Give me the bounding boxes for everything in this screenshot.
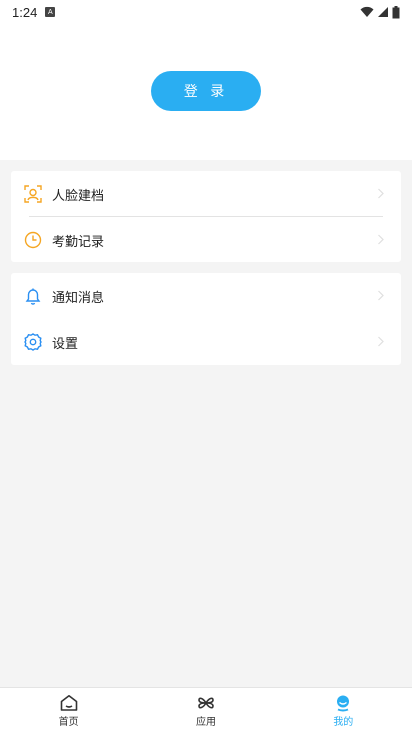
wifi-icon: [360, 6, 374, 17]
bottom-nav: 首页 应用 我的: [0, 687, 412, 734]
screen: 1:24 A 登 录 人脸建档 考勤记录 通知消息 设置 首页 应用 我的: [0, 0, 412, 734]
menu-item-notifications[interactable]: 通知消息: [11, 273, 401, 319]
nav-label: 应用: [195, 717, 216, 728]
menu-item-face-profile[interactable]: 人脸建档: [11, 171, 401, 217]
menu-item-label: 设置: [52, 336, 79, 352]
bell-icon: [23, 286, 43, 306]
apps-icon: [198, 697, 214, 709]
login-button[interactable]: 登 录: [151, 71, 261, 111]
status-time: 1:24: [12, 4, 38, 20]
face-profile-icon: [23, 184, 43, 204]
chevron-right-icon: [377, 231, 385, 250]
chevron-right-icon: [377, 333, 385, 352]
menu-item-label: 人脸建档: [52, 188, 105, 204]
home-icon: [60, 695, 77, 711]
chevron-right-icon: [377, 287, 385, 306]
gear-icon: [23, 332, 43, 352]
menu-item-settings[interactable]: 设置: [11, 319, 401, 365]
menu-card-2: 通知消息 设置: [11, 273, 401, 365]
nav-apps[interactable]: 应用: [137, 688, 274, 734]
nav-profile[interactable]: 我的: [275, 688, 412, 734]
clock-icon: [23, 230, 43, 250]
chevron-right-icon: [377, 185, 385, 204]
status-icons: [360, 5, 400, 19]
menu-item-label: 通知消息: [52, 290, 105, 306]
menu-card-1: 人脸建档 考勤记录: [11, 171, 401, 262]
nav-home[interactable]: 首页: [0, 688, 137, 734]
status-bar: 1:24 A: [0, 0, 412, 24]
menu-item-label: 考勤记录: [52, 234, 105, 250]
notification-a-icon: A: [45, 7, 56, 17]
nav-label: 首页: [58, 717, 79, 728]
profile-icon: [337, 695, 350, 712]
menu-item-attendance[interactable]: 考勤记录: [11, 217, 401, 263]
profile-header: 登 录: [0, 24, 412, 160]
signal-icon: [378, 7, 388, 17]
nav-label: 我的: [333, 717, 354, 728]
battery-icon: [392, 5, 400, 18]
